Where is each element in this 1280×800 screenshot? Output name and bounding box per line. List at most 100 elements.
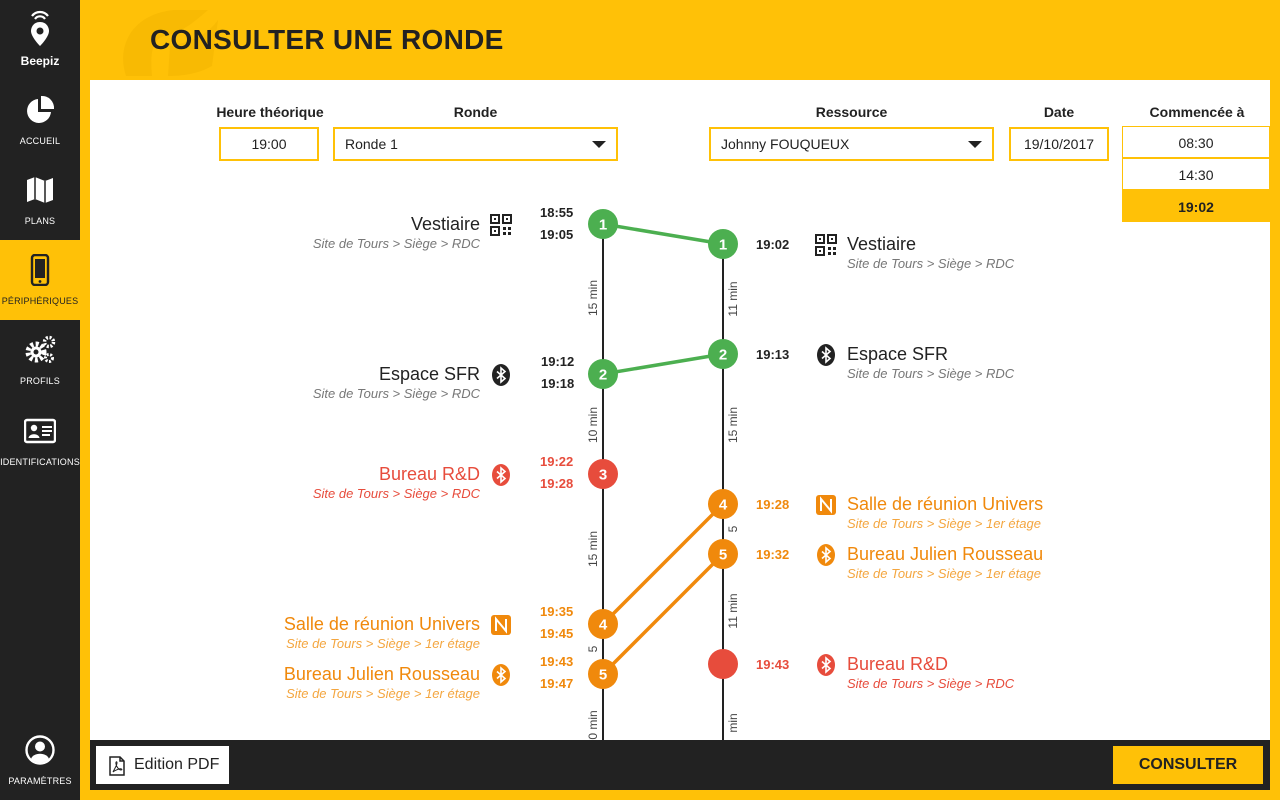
sidebar-item-label: PLANS — [24, 216, 56, 226]
planned-marker-3: 3 — [588, 459, 618, 489]
actual-event-missed[interactable]: Bureau R&D Site de Tours > Siège > RDC — [847, 653, 1014, 693]
planned-gap: 0 min — [586, 710, 600, 740]
bluetooth-icon — [817, 544, 835, 566]
sidebar-item-parametres[interactable]: PARAMÈTRES — [0, 720, 80, 800]
sidebar-item-label: PÉRIPHÉRIQUES — [1, 296, 79, 306]
svg-text:2: 2 — [599, 367, 607, 384]
actual-event-2[interactable]: Espace SFR Site de Tours > Siège > RDC — [847, 343, 1014, 383]
sidebar-item-profils[interactable]: PROFILS — [0, 320, 80, 400]
planned-gap: 5 — [586, 645, 600, 653]
event-name: Bureau Julien Rousseau — [847, 544, 1044, 564]
pdf-file-icon — [109, 756, 125, 776]
bluetooth-icon — [492, 664, 510, 686]
event-path: Site de Tours > Siège > RDC — [312, 486, 480, 501]
planned-time-to: 19:45 — [540, 626, 574, 641]
gears-icon — [25, 335, 56, 363]
planned-time-from: 18:55 — [540, 205, 574, 220]
brand-name: Beepiz — [20, 54, 60, 68]
event-path: Site de Tours > Siège > 1er étage — [286, 636, 480, 651]
planned-time-to: 19:47 — [540, 676, 574, 691]
sidebar: Beepiz ACCUEIL PLANS PÉRIPHÉRIQUES PROFI… — [0, 0, 80, 800]
footer-bar: Edition PDF CONSULTER — [90, 740, 1270, 790]
svg-text:1: 1 — [599, 217, 607, 234]
svg-text:5: 5 — [599, 667, 607, 684]
actual-marker-missed — [708, 649, 738, 679]
beepiz-logo[interactable]: Beepiz — [0, 0, 80, 80]
planned-gap: 15 min — [586, 279, 600, 317]
event-path: Site de Tours > Siège > RDC — [312, 236, 480, 251]
event-name: Espace SFR — [378, 364, 480, 384]
planned-time-from: 19:43 — [540, 654, 574, 669]
pdf-export-label: Edition PDF — [134, 756, 220, 773]
qr-code-icon — [490, 214, 512, 236]
bluetooth-icon — [817, 344, 835, 366]
link-line-2 — [602, 352, 724, 376]
event-path: Site de Tours > Siège > RDC — [847, 256, 1015, 271]
actual-marker-1: 1 — [708, 229, 738, 259]
planned-gap: 15 min — [586, 530, 600, 568]
qr-code-icon — [815, 234, 837, 256]
actual-event-4[interactable]: Salle de réunion Univers Site de Tours >… — [847, 493, 1043, 533]
link-line-5 — [601, 552, 725, 676]
planned-time-to: 19:28 — [540, 476, 574, 491]
event-path: Site de Tours > Siège > RDC — [312, 386, 480, 401]
event-name: Salle de réunion Univers — [283, 614, 480, 634]
sidebar-item-peripheriques[interactable]: PÉRIPHÉRIQUES — [0, 240, 80, 320]
svg-text:4: 4 — [599, 617, 608, 634]
link-line-1 — [602, 222, 724, 246]
planned-event-4[interactable]: Salle de réunion Univers Site de Tours >… — [230, 613, 480, 653]
pdf-export-button[interactable]: Edition PDF — [96, 746, 229, 784]
planned-time-to: 19:05 — [540, 227, 574, 242]
event-name: Bureau R&D — [847, 654, 949, 674]
planned-time-from: 19:12 — [541, 354, 575, 369]
planned-event-5[interactable]: Bureau Julien Rousseau Site de Tours > S… — [230, 663, 480, 703]
planned-gap: 10 min — [586, 406, 600, 444]
planned-event-2[interactable]: Espace SFR Site de Tours > Siège > RDC — [230, 363, 480, 403]
event-path: Site de Tours > Siège > RDC — [847, 676, 1015, 691]
sidebar-item-plans[interactable]: PLANS — [0, 160, 80, 240]
pie-chart-icon — [27, 95, 55, 123]
bluetooth-icon — [492, 364, 510, 386]
location-pin-icon — [31, 10, 49, 46]
event-path: Site de Tours > Siège > 1er étage — [847, 566, 1041, 581]
sidebar-item-label: IDENTIFICATIONS — [0, 457, 80, 467]
svg-text:3: 3 — [599, 467, 607, 484]
planned-time-to: 19:18 — [541, 376, 575, 391]
link-line-4 — [601, 502, 725, 626]
user-circle-icon — [25, 735, 55, 765]
svg-text:1: 1 — [719, 237, 727, 254]
actual-time: 19:02 — [756, 237, 790, 252]
actual-gap: 11 min — [726, 281, 740, 317]
event-path: Site de Tours > Siège > 1er étage — [847, 516, 1041, 531]
actual-gap: 5 — [726, 525, 740, 533]
event-path: Site de Tours > Siège > 1er étage — [286, 686, 480, 701]
actual-time: 19:43 — [756, 657, 790, 672]
actual-event-5[interactable]: Bureau Julien Rousseau Site de Tours > S… — [847, 543, 1043, 583]
consult-button[interactable]: CONSULTER — [1113, 746, 1263, 784]
actual-gap: 11 min — [726, 593, 740, 629]
actual-event-1[interactable]: Vestiaire Site de Tours > Siège > RDC — [847, 233, 1014, 273]
sidebar-item-label: ACCUEIL — [19, 136, 61, 146]
planned-event-3[interactable]: Bureau R&D Site de Tours > Siège > RDC — [230, 463, 480, 503]
event-name: Salle de réunion Univers — [847, 494, 1044, 514]
smartphone-icon — [30, 254, 50, 286]
planned-time-from: 19:35 — [540, 604, 574, 619]
nfc-icon — [816, 495, 836, 515]
sidebar-item-accueil[interactable]: ACCUEIL — [0, 80, 80, 160]
actual-gap: 15 min — [726, 406, 740, 444]
id-card-icon — [24, 418, 56, 444]
main-panel: Heure théorique 19:00 Ronde Ronde 1 Ress… — [90, 80, 1270, 740]
bluetooth-icon — [817, 654, 835, 676]
nfc-icon — [491, 615, 511, 635]
planned-marker-2: 2 — [588, 359, 618, 389]
planned-event-1[interactable]: Vestiaire Site de Tours > Siège > RDC — [230, 213, 480, 253]
actual-marker-2: 2 — [708, 339, 738, 369]
svg-text:2: 2 — [719, 347, 727, 364]
actual-time: 19:28 — [756, 497, 790, 512]
page-title: CONSULTER UNE RONDE — [150, 24, 504, 55]
event-name: Vestiaire — [410, 214, 480, 234]
sidebar-item-label: PARAMÈTRES — [8, 776, 72, 786]
sidebar-item-identifications[interactable]: IDENTIFICATIONS — [0, 401, 80, 481]
bluetooth-icon — [492, 464, 510, 486]
event-name: Vestiaire — [847, 234, 917, 254]
